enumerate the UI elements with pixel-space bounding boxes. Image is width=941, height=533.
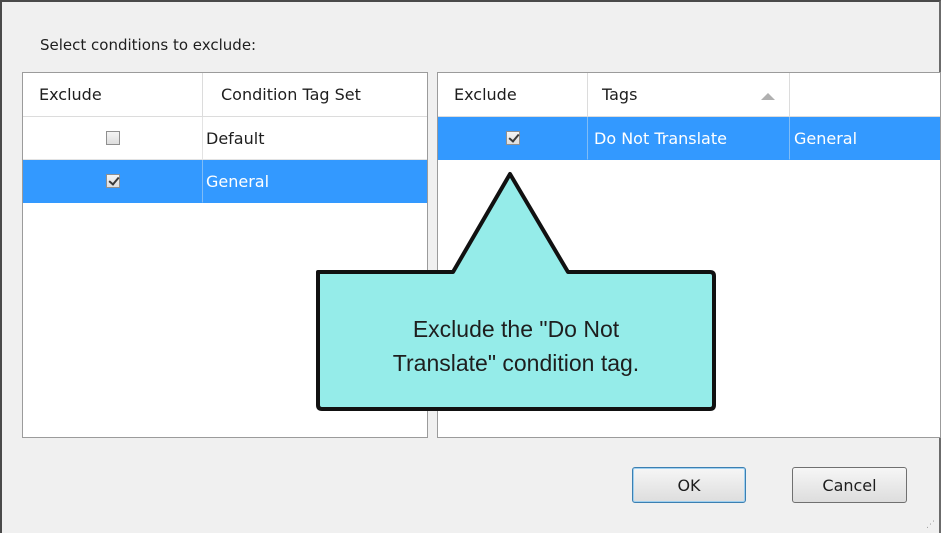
- callout-line-1: Exclude the "Do Not: [412, 316, 620, 342]
- callout-line-2: Translate" condition tag.: [392, 350, 640, 376]
- callout-bubble: [316, 172, 716, 411]
- callout-text: Exclude the "Do Not Translate" condition…: [320, 312, 712, 404]
